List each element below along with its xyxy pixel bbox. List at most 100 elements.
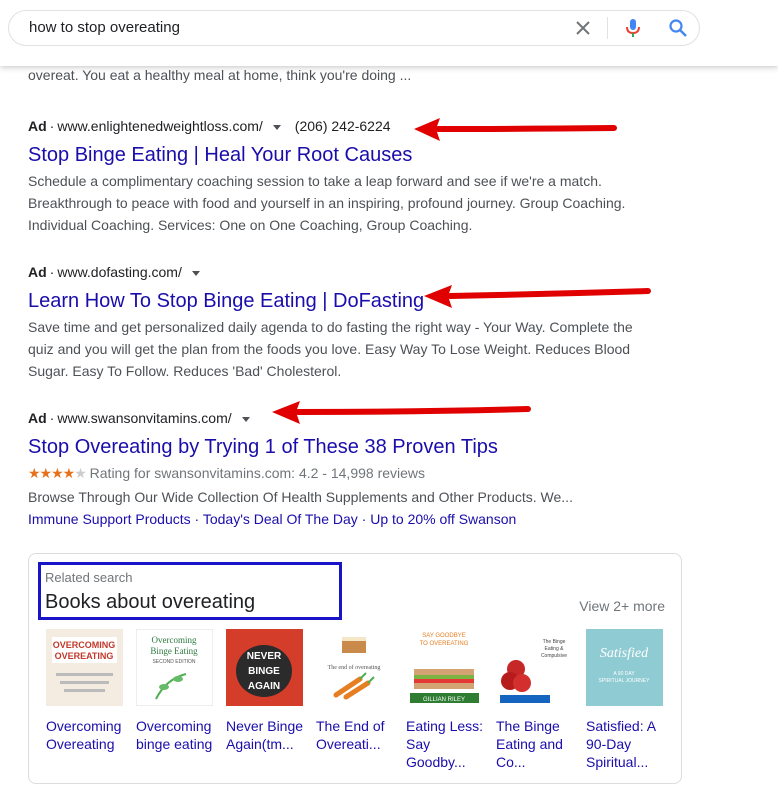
search-query-text: how to stop overeating	[29, 19, 180, 36]
svg-text:Satisfied: Satisfied	[600, 646, 649, 661]
book-cover-image: The end of overeating	[316, 629, 393, 706]
ad-desc-line: Sugar. Easy To Follow. Reduces 'Bad' Cho…	[28, 363, 342, 379]
book-title: The Binge Eating and Co...	[496, 717, 580, 771]
dropdown-caret-icon[interactable]	[272, 124, 281, 130]
book-title-line: Spiritual...	[586, 754, 649, 770]
svg-text:OVERCOMING: OVERCOMING	[53, 640, 116, 650]
book-cover-image: Overcoming Binge Eating SECOND EDITION	[135, 628, 214, 707]
svg-text:Eating &: Eating &	[545, 646, 565, 652]
book-title-line: Overeating	[46, 736, 115, 752]
book-title: Overcoming binge eating	[136, 717, 220, 753]
svg-text:SAY GOODBYE: SAY GOODBYE	[422, 633, 465, 639]
separator-dot: ·	[49, 118, 55, 134]
ad-phone[interactable]: (206) 242-6224	[295, 118, 391, 134]
book-title-line: The End of	[316, 718, 385, 734]
clear-icon[interactable]	[572, 17, 594, 39]
red-arrow-2	[424, 285, 651, 308]
book-title-line: Eating and	[496, 736, 563, 752]
book-title: Never Binge Again(tm...	[226, 717, 310, 753]
svg-text:Compulsive: Compulsive	[541, 653, 567, 659]
book-item[interactable]: The Binge Eating & Compulsive The Binge …	[496, 629, 576, 771]
book-title: Overcoming Overeating	[46, 717, 130, 753]
svg-text:Overcoming: Overcoming	[152, 635, 197, 645]
dropdown-caret-icon[interactable]	[241, 416, 250, 422]
book-title-line: Say	[406, 736, 431, 752]
ad-url[interactable]: www.enlightenedweightloss.com/	[57, 118, 262, 134]
book-title-line: The Binge	[496, 718, 560, 734]
sitelink[interactable]: Immune Support Products	[28, 511, 191, 527]
book-item[interactable]: Overcoming Binge Eating SECOND EDITION O…	[135, 628, 216, 753]
ad-sitelinks: Immune Support Products · Today's Deal O…	[28, 508, 638, 530]
ad-description: Save time and get personalized daily age…	[28, 316, 638, 382]
related-search-title[interactable]: Books about overeating	[45, 591, 255, 614]
search-divider	[607, 17, 608, 39]
rating-text: Rating for swansonvitamins.com: 4.2 - 14…	[89, 465, 426, 481]
book-title-line: Overcoming	[46, 718, 122, 734]
microphone-icon[interactable]	[622, 17, 644, 39]
separator-dot: ·	[357, 511, 371, 527]
book-cover-image: NEVER BINGE AGAIN	[226, 629, 303, 706]
book-title-line: Goodby...	[406, 754, 466, 770]
svg-text:The end of overeating: The end of overeating	[328, 664, 381, 671]
svg-text:TO OVEREATING: TO OVEREATING	[420, 641, 469, 647]
book-cover-image: SAY GOODBYE TO OVEREATING GILLIAN RILEY	[406, 629, 483, 706]
previous-result-snippet: overeat. You eat a healthy meal at home,…	[28, 67, 412, 83]
sitelink[interactable]: Today's Deal Of The Day	[203, 511, 358, 527]
book-item[interactable]: The end of overeating The End of Overeat…	[316, 629, 396, 753]
book-title-line: 90-Day	[586, 736, 632, 752]
book-title: The End of Overeati...	[316, 717, 400, 753]
book-cover-image: OVERCOMING OVEREATING	[46, 629, 123, 706]
ad-description: Browse Through Our Wide Collection Of He…	[28, 489, 573, 505]
book-cover-image: Satisfied A 90 DAY SPIRITUAL JOURNEY	[586, 629, 663, 706]
ad-label: Ad	[28, 118, 47, 134]
dropdown-caret-icon[interactable]	[191, 270, 200, 276]
book-title-line: Overeati...	[316, 736, 381, 752]
star-rating-icon: ★★★★★	[28, 465, 87, 481]
ad-desc-line: Schedule a complimentary coaching sessio…	[28, 173, 602, 189]
ad-desc-line: Save time and get personalized daily age…	[28, 319, 633, 335]
svg-text:The Binge: The Binge	[543, 639, 566, 645]
svg-text:SPIRITUAL JOURNEY: SPIRITUAL JOURNEY	[599, 678, 651, 684]
view-more-link[interactable]: View 2+ more	[579, 598, 665, 614]
svg-text:AGAIN: AGAIN	[248, 681, 280, 692]
rating-line: ★★★★★ Rating for swansonvitamins.com: 4.…	[28, 462, 638, 484]
search-input[interactable]: how to stop overeating	[8, 10, 700, 46]
ad-description: Schedule a complimentary coaching sessio…	[28, 170, 638, 236]
ad-url[interactable]: www.swansonvitamins.com/	[57, 410, 231, 426]
ad-desc-line: quiz and you will get the plan from the …	[28, 341, 631, 357]
svg-text:NEVER: NEVER	[247, 651, 282, 662]
book-cover-image: The Binge Eating & Compulsive	[496, 629, 573, 706]
book-title-line: Co...	[496, 754, 526, 770]
book-item[interactable]: Satisfied A 90 DAY SPIRITUAL JOURNEY Sat…	[586, 629, 666, 771]
search-header: how to stop overeating	[0, 0, 778, 66]
ad-url[interactable]: www.dofasting.com/	[57, 264, 182, 280]
red-arrow-1	[414, 118, 617, 141]
ad-title-link[interactable]: Stop Overeating by Trying 1 of These 38 …	[28, 434, 638, 460]
book-title-line: Never Binge	[226, 718, 304, 734]
book-title-line: Satisfied: A	[586, 718, 657, 734]
svg-text:Binge Eating: Binge Eating	[150, 646, 198, 656]
book-item[interactable]: OVERCOMING OVEREATING Overcoming Overeat…	[46, 629, 126, 753]
sitelink[interactable]: Up to 20% off Swanson	[370, 511, 516, 527]
ad-label: Ad	[28, 410, 47, 426]
ad-desc-line: Breakthrough to peace with food and your…	[28, 195, 626, 211]
svg-text:SECOND EDITION: SECOND EDITION	[152, 659, 195, 665]
separator-dot: ·	[49, 410, 55, 426]
svg-text:A 90 DAY: A 90 DAY	[613, 671, 635, 677]
search-icon[interactable]	[667, 17, 689, 39]
book-item[interactable]: NEVER BINGE AGAIN Never Binge Again(tm..…	[226, 629, 306, 753]
separator-dot: ·	[49, 264, 55, 280]
svg-text:BINGE: BINGE	[248, 666, 280, 677]
svg-text:GILLIAN RILEY: GILLIAN RILEY	[423, 697, 465, 703]
book-title-line: Overcoming	[136, 718, 212, 734]
related-books-card: Related search Books about overeating Vi…	[28, 553, 682, 784]
red-arrow-3	[272, 401, 531, 424]
ad-desc-line: Individual Coaching. Services: One on On…	[28, 217, 473, 233]
book-title-line: Eating Less:	[406, 718, 484, 734]
separator-dot: ·	[190, 511, 203, 527]
related-search-label: Related search	[45, 570, 133, 585]
book-title: Satisfied: A 90-Day Spiritual...	[586, 717, 670, 771]
book-item[interactable]: SAY GOODBYE TO OVEREATING GILLIAN RILEY …	[406, 629, 486, 771]
ad-label: Ad	[28, 264, 47, 280]
svg-text:OVEREATING: OVEREATING	[55, 651, 114, 661]
